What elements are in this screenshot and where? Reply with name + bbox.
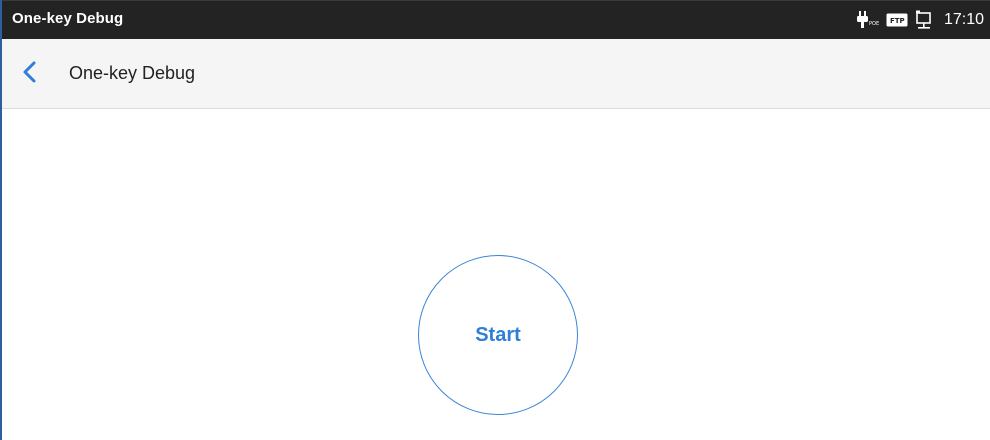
page-title: One-key Debug [69, 63, 196, 83]
screen: One-key Debug POE FTP 17:10 One-key Debu… [0, 0, 990, 440]
app-header: One-key Debug [2, 39, 990, 109]
status-bar: One-key Debug POE FTP 17:10 [2, 0, 990, 39]
start-button[interactable]: Start [418, 255, 578, 415]
chevron-left-icon [22, 60, 38, 89]
start-button-label: Start [475, 323, 521, 346]
ftp-label: FTP [890, 17, 905, 25]
poe-plug-icon: POE [856, 10, 880, 30]
poe-label: POE [869, 21, 879, 27]
back-button[interactable] [16, 59, 44, 89]
main-content: Start [2, 109, 990, 440]
status-icons: POE FTP 17:10 [856, 7, 984, 33]
status-time: 17:10 [943, 11, 984, 28]
ftp-icon: FTP [886, 13, 908, 27]
network-monitor-icon [914, 10, 934, 30]
status-bar-title: One-key Debug [12, 10, 124, 27]
